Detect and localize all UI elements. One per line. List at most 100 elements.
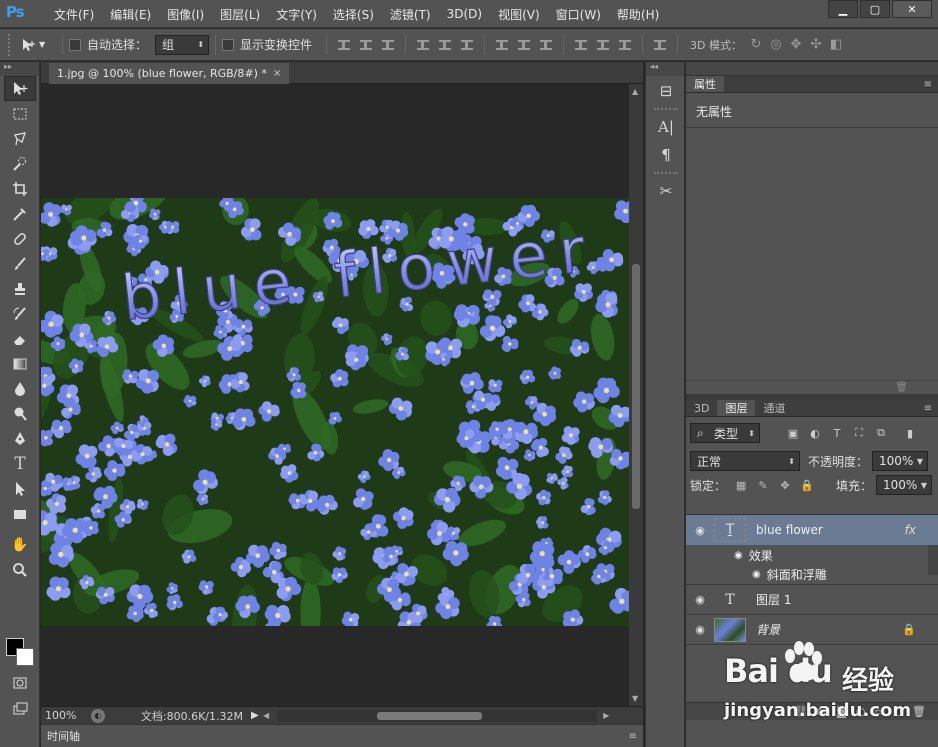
panel-dock-header[interactable]: [686, 62, 938, 76]
distribute-top-icon[interactable]: [493, 36, 511, 54]
filter-toggle-icon[interactable]: ▮: [902, 425, 918, 441]
move-tool[interactable]: [4, 76, 36, 101]
filter-smart-object-icon[interactable]: ⧉: [873, 425, 889, 441]
distribute-left-icon[interactable]: [572, 36, 590, 54]
scroll-right-icon[interactable]: ▶: [603, 711, 609, 720]
menu-edit[interactable]: 编辑(E): [102, 6, 159, 23]
tab-layers[interactable]: 图层: [717, 400, 756, 416]
menu-window[interactable]: 窗口(W): [548, 6, 609, 23]
panel-menu-icon[interactable]: ≡: [924, 79, 932, 90]
layer-filter-dropdown[interactable]: ⌕ 类型 ⬍: [690, 423, 760, 443]
align-left-icon[interactable]: [414, 36, 432, 54]
background-color-swatch[interactable]: [16, 648, 34, 666]
vertical-scroll-thumb[interactable]: [632, 264, 640, 509]
dodge-tool[interactable]: [4, 401, 36, 426]
toolbox-collapse-icon[interactable]: ▸▸: [0, 62, 39, 76]
filter-type-icon[interactable]: T: [829, 425, 845, 441]
visibility-eye-icon[interactable]: ◉: [686, 524, 714, 537]
auto-select-dropdown[interactable]: 组 ⬍: [155, 34, 210, 55]
fill-input[interactable]: 100% ▼: [876, 475, 933, 495]
align-top-icon[interactable]: [335, 36, 353, 54]
lock-position-icon[interactable]: ✥: [777, 477, 793, 493]
effects-row[interactable]: ◉ 效果: [686, 545, 938, 565]
flower-photo[interactable]: blue flower: [41, 198, 629, 626]
lock-all-icon[interactable]: 🔒: [799, 477, 815, 493]
blur-tool[interactable]: [4, 376, 36, 401]
tab-channels[interactable]: 通道: [755, 400, 793, 416]
delete-layer-trash-icon[interactable]: 🗑: [912, 705, 926, 718]
menu-filter[interactable]: 滤镜(T): [382, 6, 439, 23]
canvas-area[interactable]: blue flower: [41, 84, 629, 706]
vertical-scrollbar[interactable]: ▲ ▼: [629, 84, 643, 706]
lasso-tool[interactable]: [4, 126, 36, 151]
auto-select-checkbox[interactable]: [69, 38, 81, 51]
close-tab-icon[interactable]: ×: [273, 68, 281, 79]
timeline-tab[interactable]: 时间轴: [41, 728, 80, 744]
horizontal-scrollbar[interactable]: [277, 709, 598, 722]
layer-effects-fx-icon[interactable]: fx: [905, 523, 916, 537]
distribute-right-icon[interactable]: [616, 36, 634, 54]
scroll-left-icon[interactable]: ◀: [263, 711, 269, 720]
paragraph-panel-icon[interactable]: ¶: [650, 142, 682, 168]
document-tab[interactable]: 1.jpg @ 100% (blue flower, RGB/8#) * ×: [49, 63, 290, 84]
hand-tool[interactable]: ✋: [4, 532, 36, 557]
menu-help[interactable]: 帮助(H): [609, 6, 667, 23]
maximize-button[interactable]: ▢: [860, 0, 890, 18]
healing-brush-tool[interactable]: [4, 226, 36, 251]
close-window-button[interactable]: ✕: [892, 0, 932, 18]
history-brush-tool[interactable]: [4, 301, 36, 326]
slide-3d-icon[interactable]: ✣: [806, 36, 826, 54]
path-selection-tool[interactable]: [4, 476, 36, 501]
clone-stamp-tool[interactable]: [4, 276, 36, 301]
gradient-tool[interactable]: [4, 351, 36, 376]
align-vcenter-icon[interactable]: [357, 36, 375, 54]
layer-1[interactable]: ◉ T 图层 1: [686, 585, 938, 615]
show-transform-checkbox[interactable]: [222, 38, 235, 51]
visibility-eye-icon[interactable]: ◉: [686, 593, 714, 606]
layer-lock-icon[interactable]: 🔒: [902, 623, 916, 636]
filter-adjustment-icon[interactable]: ◐: [807, 425, 823, 441]
marquee-tool[interactable]: [4, 101, 36, 126]
tab-3d[interactable]: 3D: [686, 400, 717, 416]
shape-tool[interactable]: [4, 501, 36, 526]
minimize-button[interactable]: ▁: [828, 0, 858, 18]
strip-collapse-icon[interactable]: ◂◂: [646, 62, 684, 76]
filter-pixel-icon[interactable]: ▣: [785, 425, 801, 441]
screen-mode-button[interactable]: [4, 696, 36, 721]
align-right-icon[interactable]: [458, 36, 476, 54]
align-bottom-icon[interactable]: [379, 36, 397, 54]
menu-select[interactable]: 选择(S): [325, 6, 382, 23]
roll-3d-icon[interactable]: ◎: [766, 36, 786, 54]
lock-image-icon[interactable]: ✎: [755, 477, 771, 493]
status-menu-arrow-icon[interactable]: ▶: [251, 710, 263, 721]
distribute-hcenter-icon[interactable]: [594, 36, 612, 54]
opacity-input[interactable]: 100% ▼: [872, 451, 929, 471]
tools-scissors-icon[interactable]: ✂: [650, 178, 682, 204]
bevel-emboss-row[interactable]: ◉ 斜面和浮雕: [686, 565, 938, 585]
eyedropper-tool[interactable]: [4, 201, 36, 226]
zoom-level[interactable]: 100%: [41, 709, 91, 722]
blend-mode-dropdown[interactable]: 正常 ⬍: [690, 451, 800, 471]
drag-3d-icon[interactable]: ✥: [786, 36, 806, 54]
type-tool[interactable]: T: [4, 451, 36, 476]
quick-mask-button[interactable]: [4, 670, 36, 695]
visibility-eye-icon[interactable]: ◉: [686, 623, 714, 636]
distribute-vcenter-icon[interactable]: [515, 36, 533, 54]
menu-3d[interactable]: 3D(D): [439, 7, 490, 21]
scale-3d-icon[interactable]: ◧: [826, 36, 846, 54]
menu-layer[interactable]: 图层(L): [212, 6, 268, 23]
horizontal-scroll-thumb[interactable]: [377, 711, 483, 720]
menu-view[interactable]: 视图(V): [490, 6, 548, 23]
quick-selection-tool[interactable]: [4, 151, 36, 176]
status-info-icon[interactable]: ◐: [91, 708, 105, 723]
tab-properties[interactable]: 属性: [686, 76, 724, 92]
tool-preset-picker[interactable]: ▼: [20, 37, 56, 53]
menu-type[interactable]: 文字(Y): [268, 6, 325, 23]
layer-blue-flower[interactable]: ◉ Ṯ blue flower fx: [686, 515, 938, 545]
tool-presets-icon[interactable]: ⊟: [650, 78, 682, 104]
options-bar-grip[interactable]: [8, 33, 14, 56]
effects-eye-icon[interactable]: ◉: [734, 550, 743, 561]
eraser-tool[interactable]: [4, 326, 36, 351]
scroll-up-icon[interactable]: ▲: [632, 87, 638, 96]
auto-align-icon[interactable]: [651, 36, 669, 54]
